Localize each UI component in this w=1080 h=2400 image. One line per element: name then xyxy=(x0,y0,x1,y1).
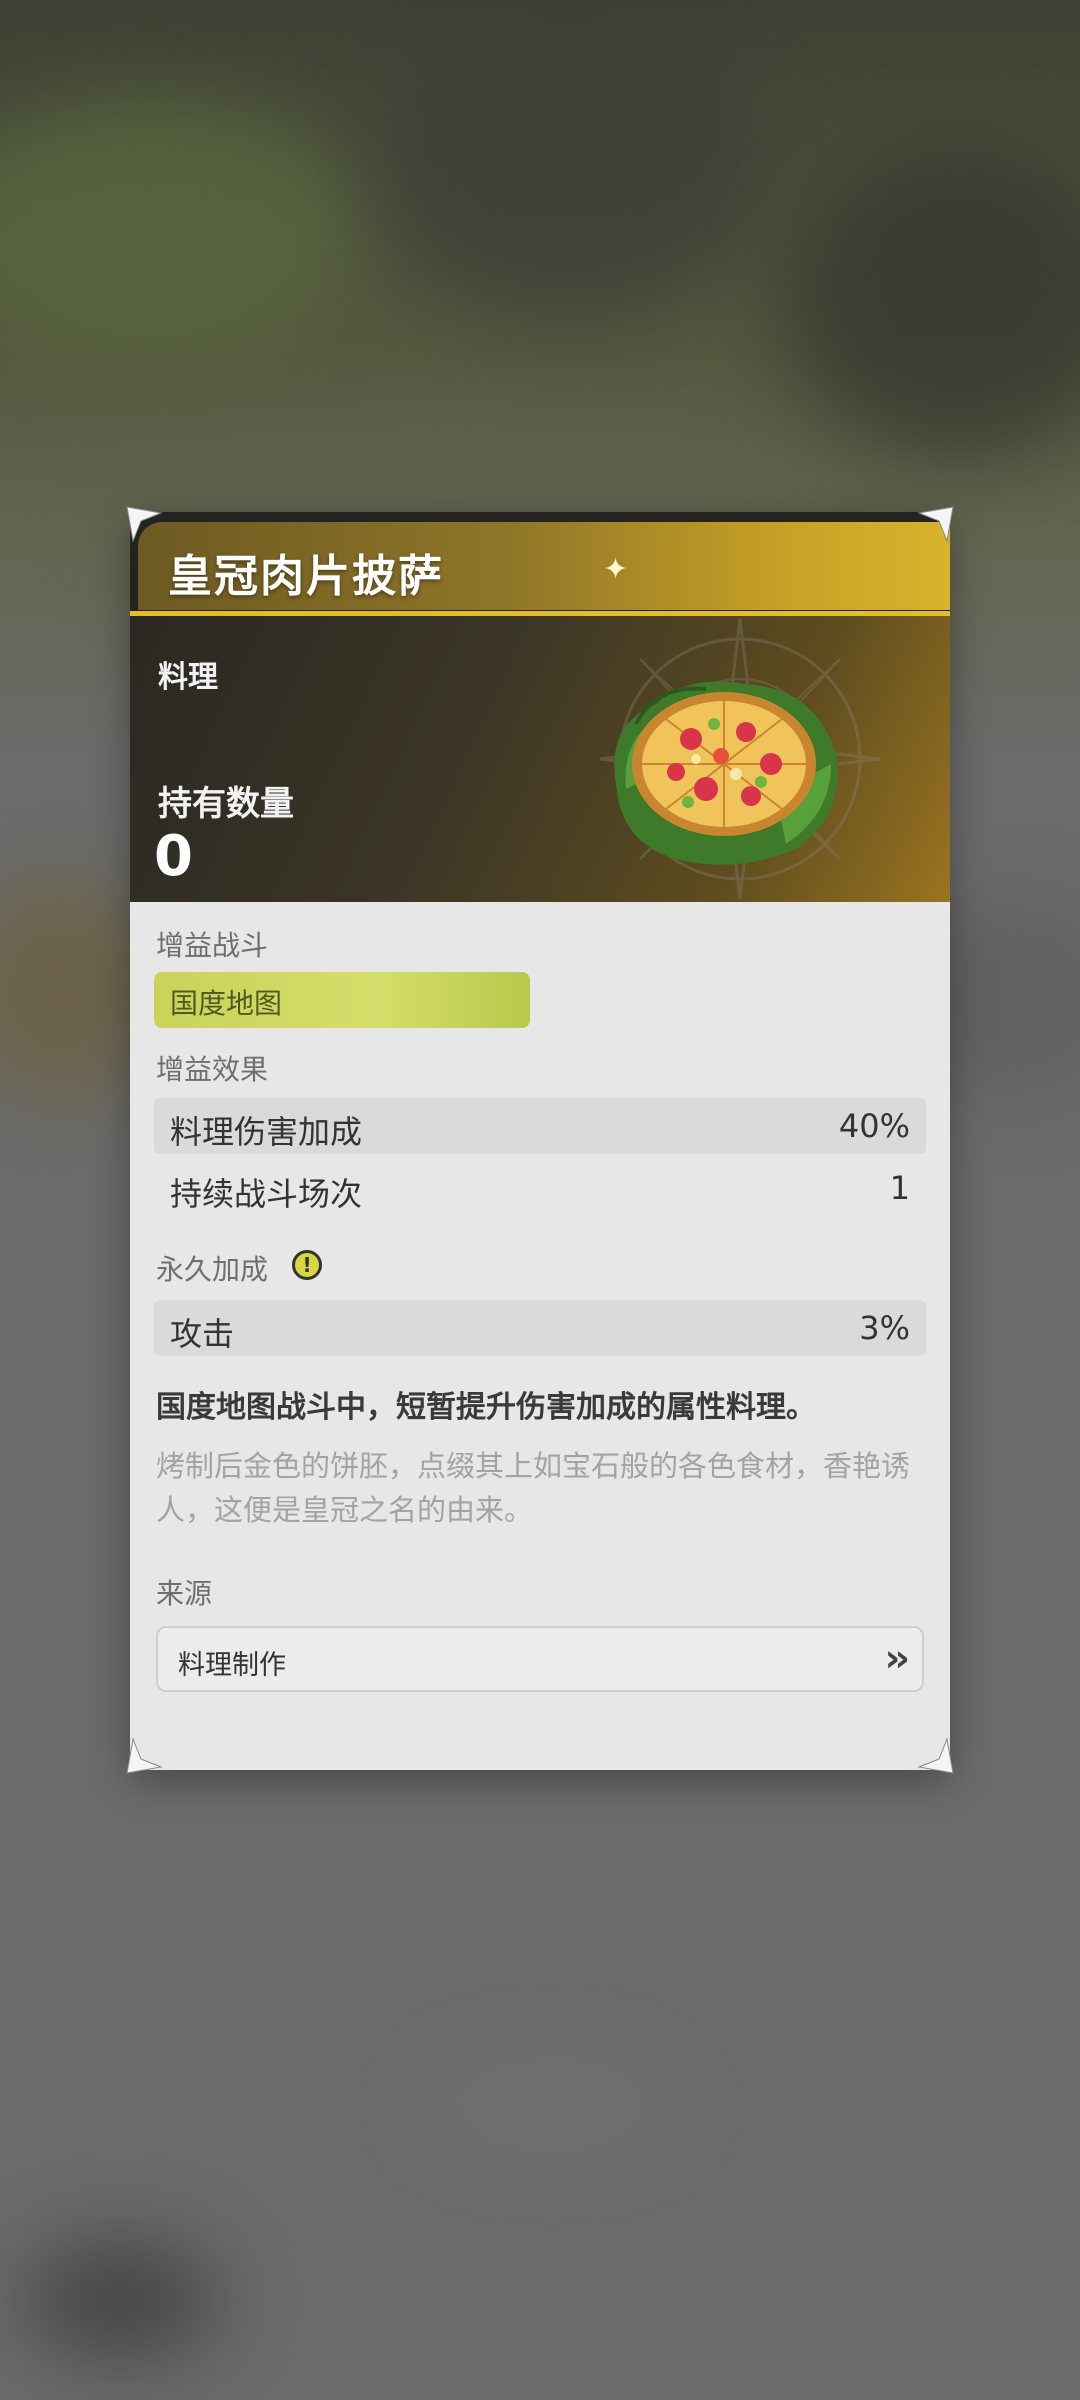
sparkle-icon: ✦ xyxy=(603,552,629,587)
exclamation-circle-icon[interactable]: ! xyxy=(292,1250,322,1280)
corner-ornament-icon xyxy=(126,1737,163,1774)
corner-ornament-icon xyxy=(126,506,163,543)
source-crafting-button[interactable]: 料理制作 ›› xyxy=(156,1626,924,1692)
item-description: 国度地图战斗中，短暂提升伤害加成的属性料理。 xyxy=(156,1390,816,1425)
quantity-label: 持有数量 xyxy=(158,784,294,824)
battle-tag: 国度地图 xyxy=(154,972,530,1028)
item-flavor-text: 烤制后金色的饼胚，点缀其上如宝石般的各色食材，香艳诱人，这便是皇冠之名的由来。 xyxy=(156,1449,911,1527)
effect-value: 40% xyxy=(838,1107,910,1145)
double-chevron-right-icon: ›› xyxy=(884,1636,910,1680)
battle-tag-label: 国度地图 xyxy=(170,987,283,1020)
effect-value: 1 xyxy=(889,1169,910,1207)
permanent-name: 攻击 xyxy=(170,1315,235,1353)
effect-name: 料理伤害加成 xyxy=(170,1113,363,1151)
item-hero-panel: 料理 持有数量 0 xyxy=(130,616,950,902)
permanent-row: 攻击 3% xyxy=(154,1300,926,1356)
effects-section-label: 增益效果 xyxy=(156,1053,269,1086)
effect-name: 持续战斗场次 xyxy=(170,1175,363,1213)
corner-ornament-icon xyxy=(917,1737,954,1774)
item-category: 料理 xyxy=(158,660,218,695)
item-detail-card: 皇冠肉片披萨 ✦ 料理 持有数量 0 增益战斗 国度地图 增益效果 料理伤害加成… xyxy=(130,512,950,1770)
item-name: 皇冠肉片披萨 xyxy=(168,551,444,602)
source-button-label: 料理制作 xyxy=(178,1650,286,1681)
effect-row: 料理伤害加成 40% xyxy=(154,1098,926,1154)
battle-section-label: 增益战斗 xyxy=(156,929,269,962)
title-bar: 皇冠肉片披萨 ✦ xyxy=(130,512,950,614)
pizza-dish-icon xyxy=(614,681,838,865)
effect-row: 持续战斗场次 1 xyxy=(154,1160,926,1216)
corner-ornament-icon xyxy=(917,506,954,543)
permanent-section-label: 永久加成 xyxy=(156,1253,269,1286)
quantity-value: 0 xyxy=(154,824,193,889)
permanent-value: 3% xyxy=(859,1309,910,1347)
source-section-label: 来源 xyxy=(156,1577,213,1610)
